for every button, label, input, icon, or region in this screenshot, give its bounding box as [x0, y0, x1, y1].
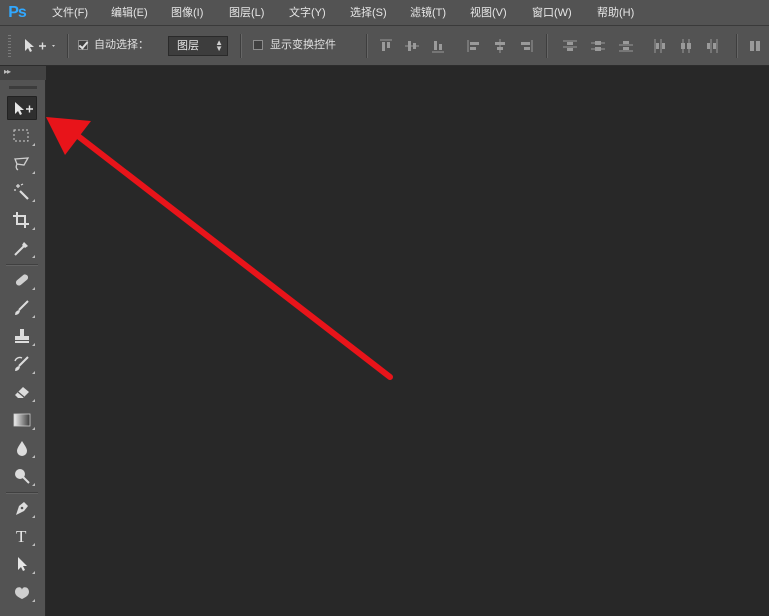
history-brush-icon [14, 356, 29, 371]
align-left-edges-icon[interactable] [466, 38, 482, 54]
collapse-icon[interactable]: ▸▸ [4, 67, 11, 76]
type-glyph: T [16, 527, 27, 545]
divider [6, 492, 38, 494]
divider [736, 34, 738, 58]
eyedropper-icon [14, 242, 28, 256]
align-top-edges-icon[interactable] [378, 38, 394, 54]
stamp-icon [15, 329, 29, 343]
align-bottom-edges-icon[interactable] [430, 38, 446, 54]
show-transform-controls-checkbox[interactable] [253, 40, 263, 50]
app-logo: Ps [8, 4, 27, 21]
dodge-icon [15, 469, 30, 484]
lasso-tool[interactable] [7, 152, 37, 176]
chevron-down-icon [52, 45, 55, 47]
path-selection-tool[interactable] [7, 552, 37, 576]
type-tool[interactable]: T [7, 524, 37, 548]
crop-icon [13, 212, 29, 228]
document-workspace[interactable] [46, 66, 769, 616]
divider [546, 34, 548, 58]
divider [366, 34, 368, 58]
tools-panel-header[interactable]: ▸▸ [0, 66, 46, 80]
marquee-icon [13, 129, 29, 142]
menu-image[interactable]: 图像(I) [171, 0, 203, 26]
menu-window[interactable]: 窗口(W) [532, 0, 572, 26]
lasso-icon [14, 157, 30, 171]
menu-filter[interactable]: 滤镜(T) [410, 0, 446, 26]
options-bar: 自动选择： 图层 ▲ ▼ 显示变换控件 [0, 26, 769, 66]
pen-icon [16, 502, 28, 515]
menu-type[interactable]: 文字(Y) [289, 0, 326, 26]
clone-stamp-tool[interactable] [7, 324, 37, 348]
divider [67, 34, 69, 58]
gradient-icon [13, 413, 31, 427]
history-brush-tool[interactable] [7, 352, 37, 376]
type-icon: T [16, 527, 27, 545]
align-right-edges-icon[interactable] [518, 38, 534, 54]
rectangular-marquee-tool[interactable] [7, 124, 37, 148]
spot-healing-brush-tool[interactable] [7, 268, 37, 292]
gradient-tool[interactable] [7, 408, 37, 432]
distribute-bottom-edges-icon[interactable] [618, 38, 634, 54]
move-tool-icon [25, 39, 55, 52]
distribute-left-edges-icon[interactable] [652, 38, 668, 54]
eraser-tool[interactable] [7, 380, 37, 404]
auto-select-label: 自动选择： [94, 39, 149, 51]
menu-edit[interactable]: 编辑(E) [111, 0, 148, 26]
bandage-icon [15, 274, 29, 286]
magic-wand-icon [14, 183, 29, 200]
distribute-vertical-centers-icon[interactable] [590, 38, 606, 54]
path-selection-icon [18, 557, 27, 571]
menu-bar: Ps 文件(F) 编辑(E) 图像(I) 图层(L) 文字(Y) 选择(S) 滤… [0, 0, 769, 26]
distribute-right-edges-icon[interactable] [704, 38, 720, 54]
align-horizontal-centers-icon[interactable] [492, 38, 508, 54]
brush-icon [15, 300, 29, 315]
custom-shape-icon [15, 587, 29, 599]
blur-tool[interactable] [7, 436, 37, 460]
tools-panel: T [0, 80, 46, 616]
divider [240, 34, 242, 58]
align-vertical-centers-icon[interactable] [404, 38, 420, 54]
tool-preset-picker[interactable] [22, 37, 58, 55]
menu-select[interactable]: 选择(S) [350, 0, 387, 26]
move-tool[interactable] [7, 96, 37, 120]
options-bar-grip[interactable] [8, 35, 11, 57]
brush-tool[interactable] [7, 296, 37, 320]
eraser-icon [15, 387, 29, 398]
custom-shape-tool[interactable] [7, 580, 37, 604]
divider [6, 264, 38, 266]
menu-file[interactable]: 文件(F) [52, 0, 88, 26]
menu-layer[interactable]: 图层(L) [229, 0, 264, 26]
tools-panel-grip[interactable] [9, 86, 37, 89]
dodge-tool[interactable] [7, 464, 37, 488]
pen-tool[interactable] [7, 496, 37, 520]
auto-select-target-dropdown[interactable]: 图层 ▲ ▼ [168, 36, 228, 56]
show-transform-controls-label: 显示变换控件 [270, 39, 336, 51]
magic-wand-tool[interactable] [7, 180, 37, 204]
auto-select-target-value: 图层 [177, 40, 199, 52]
distribute-top-edges-icon[interactable] [562, 38, 578, 54]
menu-help[interactable]: 帮助(H) [597, 0, 634, 26]
stepper-icon: ▲ ▼ [215, 38, 223, 53]
water-drop-icon [17, 441, 27, 456]
crop-tool[interactable] [7, 208, 37, 232]
auto-align-layers-icon[interactable] [748, 38, 764, 54]
auto-select-checkbox[interactable] [78, 40, 88, 50]
move-tool-icon [15, 102, 33, 115]
eyedropper-tool[interactable] [7, 236, 37, 260]
menu-view[interactable]: 视图(V) [470, 0, 507, 26]
distribute-horizontal-centers-icon[interactable] [678, 38, 694, 54]
